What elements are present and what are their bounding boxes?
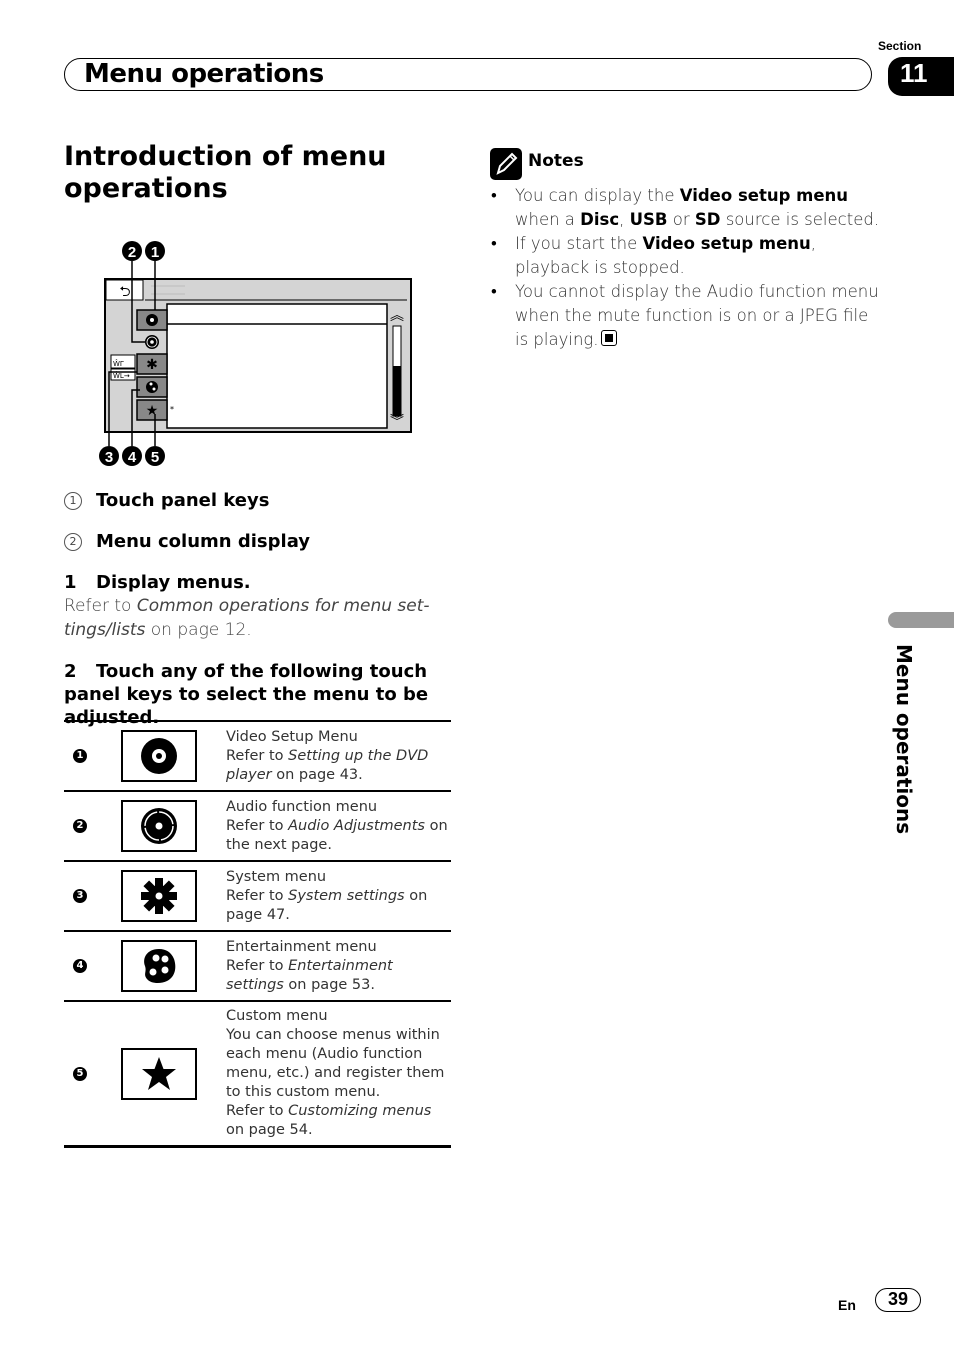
notes-pencil-icon (490, 148, 522, 180)
cross-reference-link[interactable]: System settings (288, 888, 405, 904)
step-2-heading: 2 Touch any of the following touch panel … (64, 661, 429, 728)
svg-text:✱: ✱ (146, 357, 158, 373)
svg-text:2: 2 (128, 244, 136, 261)
custom-key[interactable] (121, 1047, 197, 1100)
side-tab-marker (888, 612, 954, 628)
step-1-body: Refer to Common operations for menu set-… (64, 596, 430, 640)
svg-text:1: 1 (151, 244, 159, 261)
table-row: 1 Video Setup Menu Refer to Setting up t… (64, 720, 451, 790)
cross-reference-link[interactable]: Audio Adjustments (288, 818, 425, 834)
legend-label: Touch panel keys (96, 490, 270, 511)
list-area (166, 303, 388, 429)
row-description: Video Setup Menu Refer to Setting up the… (226, 728, 429, 783)
svg-text:4: 4 (128, 449, 137, 466)
svg-text:5: 5 (151, 449, 159, 466)
language-label: En (838, 1297, 856, 1313)
callout-4: 4 (122, 446, 142, 466)
table-row: 4 Entertainment menu Refer to Entertainm… (64, 930, 451, 1000)
back-arrow-icon: ⮌ (119, 284, 130, 300)
section-number: 11 (900, 58, 928, 88)
svg-text:3: 3 (105, 449, 113, 466)
scroll-down-icon: ︾ (390, 414, 404, 430)
row-description: Audio function menu Refer to Audio Adjus… (226, 798, 448, 853)
cross-reference-link[interactable]: Customizing menus (288, 1103, 431, 1119)
video-setup-key[interactable] (121, 730, 197, 782)
note-item: If you start the Video setup menu, playb… (490, 232, 880, 280)
legend-marker: 2 (64, 533, 82, 551)
row-number-badge: 5 (73, 1066, 87, 1081)
entertainment-key[interactable] (121, 940, 197, 992)
legend-item-touch-panel-keys: 1 Touch panel keys (64, 490, 269, 511)
row-number-badge: 2 (73, 819, 87, 833)
row-number-badge: 1 (73, 749, 87, 763)
table-row: 5 Custom menu You can choose menus withi… (64, 1000, 451, 1148)
menu-screen-diagram: 2 1 ⮌ ✱ ★ * ŴΓ ŴL→ ︽ ︾ 3 4 5 (99, 241, 412, 466)
menu-key-table: 1 Video Setup Menu Refer to Setting up t… (64, 720, 451, 1148)
callout-5: 5 (145, 446, 165, 466)
palette-icon (144, 949, 176, 984)
callout-2: 2 (122, 241, 142, 261)
scroll-up-icon: ︽ (390, 308, 404, 324)
svg-text:*: * (170, 405, 174, 414)
legend-label: Menu column display (96, 531, 311, 552)
row-description: Custom menu You can choose menus within … (226, 1008, 445, 1138)
note-item: You can display the Video setup menu whe… (490, 184, 880, 232)
row-number-badge: 4 (73, 959, 87, 973)
callout-3: 3 (99, 446, 119, 466)
chapter-title: Menu operations (84, 59, 324, 89)
page-number: 39 (875, 1288, 921, 1312)
table-row: 3 System menu Refer to System settings o… (64, 860, 451, 930)
section-label: Section (878, 39, 922, 53)
audio-disc-icon (141, 808, 177, 844)
callout-1: 1 (145, 241, 165, 261)
notes-list: You can display the Video setup menu whe… (490, 184, 880, 352)
step-1-heading: 1 Display menus. (64, 572, 251, 593)
note-item: You cannot display the Audio function me… (490, 280, 880, 352)
row-description: Entertainment menu Refer to Entertainmen… (226, 938, 393, 993)
audio-function-key[interactable] (121, 800, 197, 852)
table-row: 2 Audio function menu Refer to Audio Adj… (64, 790, 451, 860)
disc-icon (141, 738, 177, 774)
side-tab-label: Menu operations (892, 644, 916, 835)
row-description: System menu Refer to System settings on … (226, 868, 428, 923)
system-key[interactable] (121, 870, 197, 922)
row-number-badge: 3 (73, 889, 87, 903)
notes-heading: Notes (528, 151, 584, 171)
svg-text:★: ★ (146, 403, 159, 419)
svg-text:ŴΓ: ŴΓ (113, 359, 124, 368)
end-of-section-icon (600, 330, 617, 346)
star-icon (142, 1056, 176, 1090)
legend-marker: 1 (64, 492, 82, 510)
page-title: Introduction of menu operations (64, 141, 387, 204)
gear-icon (141, 878, 177, 914)
legend-item-menu-column: 2 Menu column display (64, 531, 310, 552)
